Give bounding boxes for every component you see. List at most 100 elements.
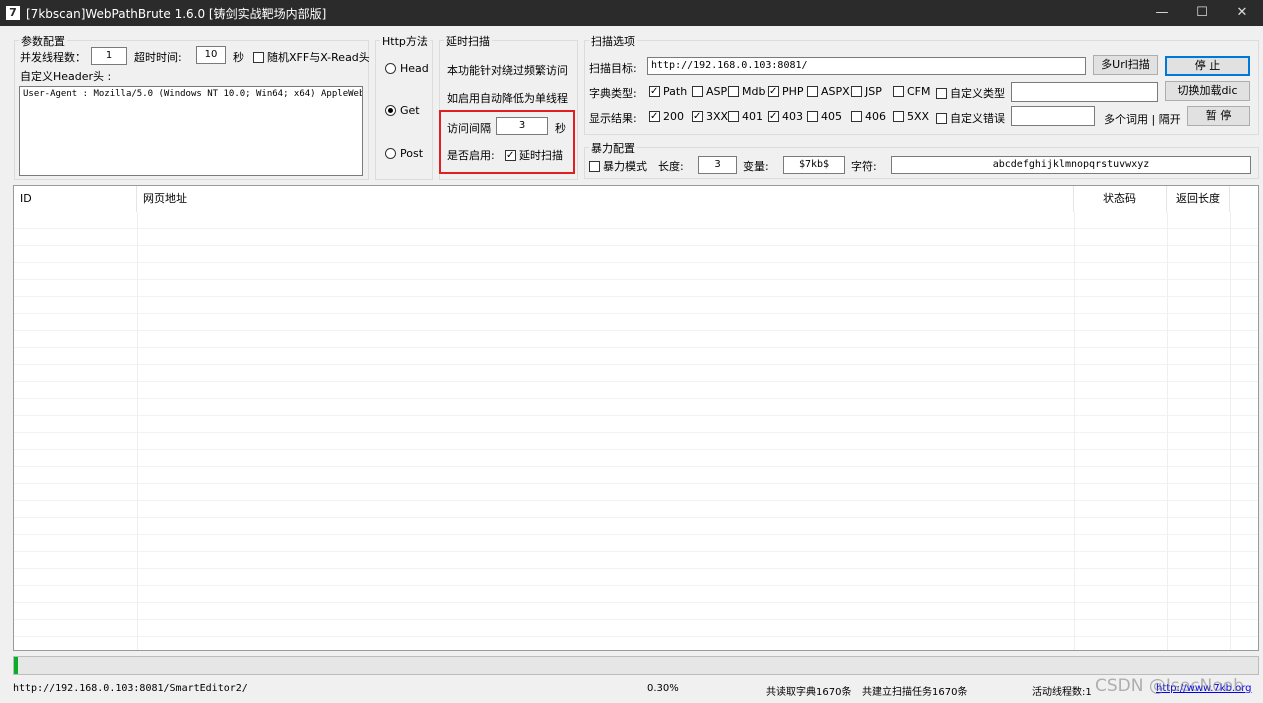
result-200-label: 200 — [663, 110, 684, 123]
dict-jsp-label: JSP — [865, 85, 882, 98]
check-icon — [649, 111, 660, 122]
scan-options-group-title: 扫描选项 — [589, 33, 637, 49]
pause-button[interactable]: 暂 停 — [1187, 106, 1250, 126]
interval-unit: 秒 — [555, 122, 566, 135]
target-url-input[interactable]: http://192.168.0.103:8081/ — [647, 57, 1086, 75]
length-label: 长度: — [658, 160, 684, 173]
dict-custom-checkbox[interactable]: 自定义类型 — [936, 85, 1005, 101]
check-icon — [893, 111, 904, 122]
delay-scan-group-title: 延时扫描 — [444, 33, 492, 49]
enable-label: 是否启用: — [447, 149, 495, 162]
check-icon — [768, 111, 779, 122]
column-divider — [137, 212, 138, 650]
status-percent: 0.30% — [647, 683, 679, 694]
stop-button[interactable]: 停 止 — [1165, 56, 1250, 76]
table-body — [14, 212, 1258, 650]
result-401-checkbox[interactable]: 401 — [728, 110, 763, 123]
dict-asp-checkbox[interactable]: ASP — [692, 85, 727, 98]
check-icon — [936, 88, 947, 99]
brute-group-title: 暴力配置 — [589, 140, 637, 156]
window-title: [7kbscan]WebPathBrute 1.6.0 [铸剑实战靶场内部版] — [26, 7, 327, 21]
app-logo-icon: 7 — [6, 6, 20, 20]
switch-dict-button[interactable]: 切换加载dic — [1165, 81, 1250, 101]
target-label: 扫描目标: — [589, 62, 637, 75]
check-icon — [589, 161, 600, 172]
delay-enable-checkbox[interactable]: 延时扫描 — [505, 147, 563, 163]
result-401-label: 401 — [742, 110, 763, 123]
delay-enable-check-icon — [505, 150, 516, 161]
dict-mdb-checkbox[interactable]: Mdb — [728, 85, 765, 98]
method-head-radio[interactable]: Head — [385, 62, 429, 75]
dict-asp-label: ASP — [706, 85, 728, 98]
variable-input[interactable]: $7kb$ — [783, 156, 845, 174]
dict-cfm-checkbox[interactable]: CFM — [893, 85, 931, 98]
interval-input[interactable]: 3 — [496, 117, 548, 135]
custom-type-input[interactable] — [1011, 82, 1158, 102]
length-input[interactable]: 3 — [698, 156, 737, 174]
scan-progress-bar — [13, 656, 1259, 675]
method-post-radio[interactable]: Post — [385, 147, 423, 160]
dict-mdb-label: Mdb — [742, 85, 766, 98]
status-current-url: http://192.168.0.103:8081/SmartEditor2/ — [13, 683, 248, 694]
column-header-url[interactable]: 网页地址 — [137, 186, 1074, 212]
delay-enable-check-label: 延时扫描 — [519, 149, 563, 162]
multi-call-hint: 多个词用 | 隔开 — [1104, 113, 1181, 126]
http-method-group-title: Http方法 — [380, 33, 430, 49]
close-button[interactable]: ✕ — [1222, 0, 1262, 26]
dict-php-label: PHP — [782, 85, 804, 98]
threads-label: 并发线程数： — [20, 51, 86, 64]
multi-url-scan-button[interactable]: 多Url扫描 — [1093, 55, 1158, 75]
table-header: ID 网页地址 状态码 返回长度 — [14, 186, 1258, 212]
column-header-length[interactable]: 返回长度 — [1167, 186, 1230, 212]
dict-aspx-checkbox[interactable]: ASPX — [807, 85, 850, 98]
result-406-checkbox[interactable]: 406 — [851, 110, 886, 123]
delay-desc-2: 如启用自动降低为单线程 — [447, 92, 568, 105]
custom-error-input[interactable] — [1011, 106, 1095, 126]
maximize-button[interactable]: ☐ — [1182, 0, 1222, 26]
result-custom-error-checkbox[interactable]: 自定义错误 — [936, 110, 1005, 126]
threads-input[interactable]: 1 — [91, 47, 127, 65]
results-table[interactable]: ID 网页地址 状态码 返回长度 — [13, 185, 1259, 651]
result-405-checkbox[interactable]: 405 — [807, 110, 842, 123]
check-icon — [936, 113, 947, 124]
check-icon — [807, 111, 818, 122]
status-dict-read: 共读取字典1670条 — [766, 687, 852, 698]
charset-label: 字符: — [851, 160, 877, 173]
column-divider — [1074, 212, 1075, 650]
random-xff-checkbox[interactable]: 随机XFF与X-Read头 — [253, 49, 370, 65]
dict-php-checkbox[interactable]: PHP — [768, 85, 804, 98]
result-403-checkbox[interactable]: 403 — [768, 110, 803, 123]
dict-path-checkbox[interactable]: Path — [649, 85, 687, 98]
dict-path-label: Path — [663, 85, 688, 98]
check-icon — [692, 111, 703, 122]
minimize-button[interactable]: — — [1142, 0, 1182, 26]
dict-jsp-checkbox[interactable]: JSP — [851, 85, 882, 98]
timeout-label: 超时时间: — [134, 51, 182, 64]
method-get-radio[interactable]: Get — [385, 104, 420, 117]
radio-get-icon — [385, 105, 396, 116]
result-200-checkbox[interactable]: 200 — [649, 110, 684, 123]
method-head-label: Head — [400, 62, 429, 75]
result-5xx-checkbox[interactable]: 5XX — [893, 110, 929, 123]
csdn-watermark: CSDN @IsecNoob — [1095, 676, 1244, 696]
column-header-id[interactable]: ID — [14, 186, 137, 212]
radio-post-icon — [385, 148, 396, 159]
check-icon — [851, 111, 862, 122]
charset-input[interactable]: abcdefghijklmnopqrstuvwxyz — [891, 156, 1251, 174]
params-group-title: 参数配置 — [19, 33, 67, 49]
timeout-input[interactable]: 10 — [196, 46, 226, 64]
dict-custom-label: 自定义类型 — [950, 87, 1005, 100]
column-header-status[interactable]: 状态码 — [1074, 186, 1167, 212]
result-3xx-checkbox[interactable]: 3XX — [692, 110, 728, 123]
result-406-label: 406 — [865, 110, 886, 123]
result-custom-error-label: 自定义错误 — [950, 112, 1005, 125]
column-divider — [1167, 212, 1168, 650]
header-label: 自定义Header头 : — [20, 70, 112, 83]
check-icon — [807, 86, 818, 97]
check-icon — [851, 86, 862, 97]
column-divider — [1230, 212, 1231, 650]
header-textarea[interactable]: User-Agent : Mozilla/5.0 (Windows NT 10.… — [19, 86, 363, 176]
method-post-label: Post — [400, 147, 424, 160]
brute-mode-checkbox[interactable]: 暴力模式 — [589, 158, 647, 174]
dict-type-label: 字典类型: — [589, 87, 637, 100]
